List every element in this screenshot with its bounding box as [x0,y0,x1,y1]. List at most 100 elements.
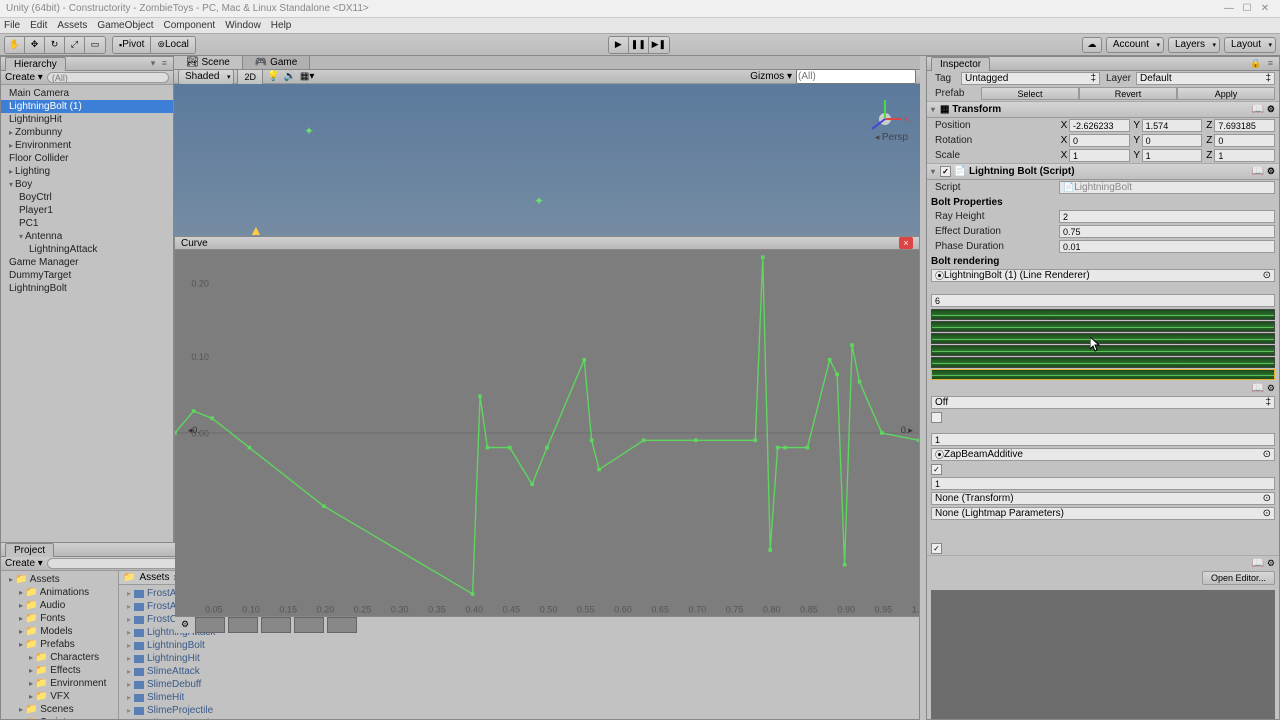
layout-dropdown[interactable]: Layout [1224,37,1276,53]
scene-search[interactable] [796,69,916,84]
prefab-revert-button[interactable]: Revert [1079,87,1177,100]
persp-label[interactable]: ◂ Persp [875,132,908,143]
help-icon[interactable]: 📖 [1252,104,1264,115]
local-toggle[interactable]: ⊚ Local [151,37,194,53]
pivot-toggle[interactable]: ▪ Pivot [113,37,151,53]
menu-file[interactable]: File [4,20,20,31]
folder-item[interactable]: 📁 VFX [1,690,118,703]
folder-item[interactable]: 📁 Prefabs [1,638,118,651]
project-tab[interactable]: Project [5,543,54,557]
help-icon[interactable]: 📖 [1252,166,1264,177]
folder-item[interactable]: 📁 Animations [1,586,118,599]
pause-button[interactable]: ❚❚ [629,37,649,53]
scale-y[interactable]: 1 [1142,149,1203,162]
folder-item[interactable]: 📁 Fonts [1,612,118,625]
material-field[interactable]: ⦿ ZapBeamAdditive⊙ [931,448,1275,461]
menu-window[interactable]: Window [225,20,261,31]
curve-preview-3[interactable] [931,345,1275,356]
account-dropdown[interactable]: Account [1106,37,1164,53]
play-button[interactable]: ▶ [609,37,629,53]
gear-icon[interactable] [1267,383,1275,394]
hierarchy-item[interactable]: BoyCtrl [1,191,173,204]
component-enabled-checkbox[interactable]: ✓ [940,166,951,177]
folder-item[interactable]: 📁 Effects [1,664,118,677]
tag-dropdown[interactable]: Untagged ‡ [961,72,1100,85]
asset-item[interactable]: SlimeAttack [119,665,919,678]
cloud-icon[interactable]: ☁ [1082,37,1102,53]
folder-item[interactable]: 📁 Characters [1,651,118,664]
curve-preset[interactable] [195,617,225,633]
help-icon[interactable]: 📖 [1252,383,1264,394]
asset-item[interactable]: SlimeHit [119,691,919,704]
checkbox[interactable]: ✓ [931,464,942,475]
gear-icon[interactable] [1267,104,1275,115]
ray-height-field[interactable]: 2 [1059,210,1275,223]
rot-z[interactable]: 0 [1214,134,1275,147]
create-dropdown[interactable]: Create ▾ [5,72,43,83]
folder-item[interactable]: 📁 Environment [1,677,118,690]
curve-preset[interactable] [261,617,291,633]
folder-item[interactable]: 📁 Audio [1,599,118,612]
folder-item[interactable]: 📁 Scripts [1,716,118,719]
hierarchy-item[interactable]: LightningBolt (1) [1,100,173,113]
phase-duration-field[interactable]: 0.01 [1059,240,1275,253]
one-field[interactable]: 1 [931,433,1275,446]
folder-item[interactable]: 📁 Scenes [1,703,118,716]
scale-tool-icon[interactable]: ⤢ [65,37,85,53]
minimize-icon[interactable]: — [1220,3,1238,14]
prefab-select-button[interactable]: Select [981,87,1079,100]
game-tab[interactable]: 🎮 Game [243,56,310,69]
layers-dropdown[interactable]: Layers [1168,37,1220,53]
rotate-tool-icon[interactable]: ↻ [45,37,65,53]
curve-close-button[interactable]: × [899,237,913,249]
menu-gameobject[interactable]: GameObject [97,20,153,31]
hierarchy-tree[interactable]: Main CameraLightningBolt (1)LightningHit… [1,85,173,297]
shading-dropdown[interactable]: Shaded [178,69,234,85]
scale-z[interactable]: 1 [1214,149,1275,162]
asset-item[interactable]: LightningHit [119,652,919,665]
hand-tool-icon[interactable]: ✋ [5,37,25,53]
open-editor-button[interactable]: Open Editor... [1202,571,1275,585]
hierarchy-item[interactable]: LightningHit [1,113,173,126]
gear-icon[interactable] [1267,558,1275,569]
folder-item[interactable]: 📁 Models [1,625,118,638]
curve-preview-1[interactable] [931,321,1275,332]
curve-settings-icon[interactable] [181,619,189,630]
hierarchy-item[interactable]: PC1 [1,217,173,230]
hierarchy-search[interactable] [47,72,169,83]
project-create-dropdown[interactable]: Create ▾ [5,558,43,569]
hierarchy-item[interactable]: LightningAttack [1,243,173,256]
asset-item[interactable]: SlimeSelectRing [119,717,919,719]
hierarchy-item[interactable]: LightningBolt [1,282,173,295]
help-icon[interactable]: 📖 [1252,558,1264,569]
lightmap-ref[interactable]: None (Lightmap Parameters)⊙ [931,507,1275,520]
line-renderer-ref[interactable]: ⦿ LightningBolt (1) (Line Renderer) ⊙ [931,269,1275,282]
pos-z[interactable]: 7.693185 [1214,119,1275,132]
project-folders[interactable]: 📁 Assets📁 Animations📁 Audio📁 Fonts📁 Mode… [1,571,119,719]
curve-preset[interactable] [294,617,324,633]
hierarchy-item[interactable]: Game Manager [1,256,173,269]
pos-x[interactable]: -2.626233 [1069,119,1130,132]
curve-preview-5[interactable] [931,369,1275,380]
scale-x[interactable]: 1 [1069,149,1130,162]
curve-preset[interactable] [228,617,258,633]
hierarchy-item[interactable]: DummyTarget [1,269,173,282]
2d-toggle[interactable]: 2D [237,69,263,85]
hierarchy-item[interactable]: Environment [1,139,173,152]
scene-light-icon[interactable]: 💡 [267,71,279,82]
hierarchy-item[interactable]: Main Camera [1,87,173,100]
hierarchy-item[interactable]: Player1 [1,204,173,217]
layer-dropdown[interactable]: Default ‡ [1136,72,1275,85]
scene-audio-icon[interactable]: 🔊 [283,71,295,82]
step-button[interactable]: ▶❚ [649,37,669,53]
panel-menu-icon[interactable]: 🔒 ≡ [1250,58,1275,69]
hierarchy-item[interactable]: Floor Collider [1,152,173,165]
asset-item[interactable]: LightningBolt [119,639,919,652]
curve-preview-2[interactable] [931,333,1275,344]
num-field[interactable]: 6 [931,294,1275,307]
lightning-bolt-header[interactable]: ✓ 📄 Lightning Bolt (Script) 📖 [927,163,1279,180]
scene-fx-icon[interactable]: ▦▾ [300,71,314,82]
asset-item[interactable]: SlimeDebuff [119,678,919,691]
menu-edit[interactable]: Edit [30,20,47,31]
off-dropdown[interactable]: Off‡ [931,396,1275,409]
